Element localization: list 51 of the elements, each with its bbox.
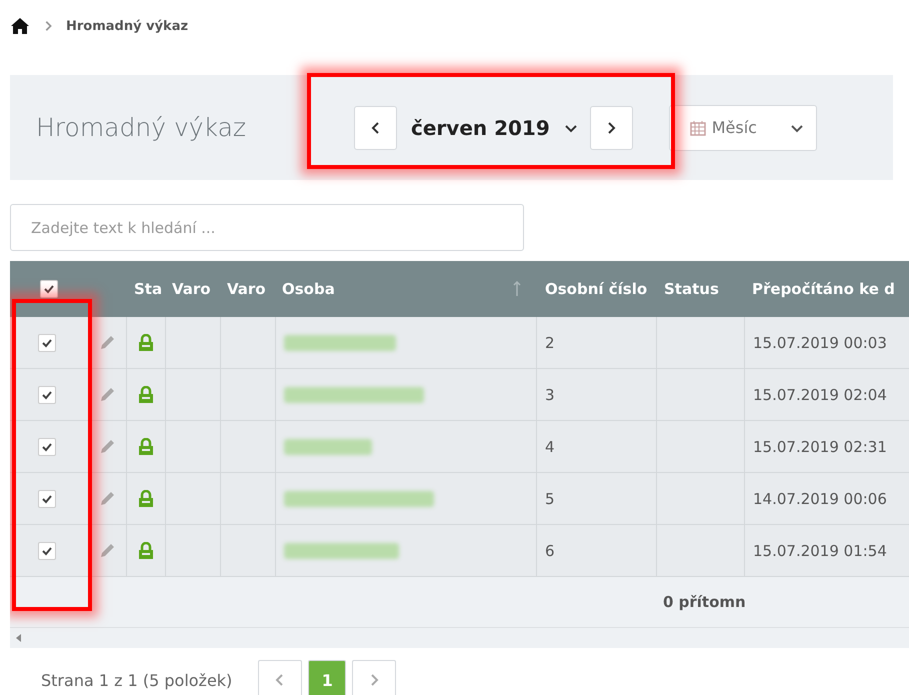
column-header[interactable]: Sta [127, 261, 166, 317]
pencil-icon[interactable] [99, 490, 115, 506]
page-title: Hromadný výkaz [36, 113, 248, 142]
check-icon [41, 336, 53, 348]
calendar-icon [690, 120, 706, 136]
check-icon [41, 492, 53, 504]
sort-ascending-icon [513, 281, 521, 297]
table-cell: 4 [537, 421, 657, 473]
next-page-button[interactable] [352, 660, 396, 695]
pencil-icon[interactable] [99, 542, 115, 558]
column-header[interactable]: Status [657, 261, 745, 317]
previous-page-button[interactable] [258, 660, 302, 695]
search-field[interactable]: Zadejte text k hledání ... [10, 204, 524, 251]
view-select[interactable]: Měsíc [668, 104, 817, 150]
checkbox[interactable] [40, 280, 58, 298]
pencil-icon[interactable] [99, 386, 115, 402]
column-header[interactable]: Osobní číslo [537, 261, 657, 317]
home-icon[interactable] [10, 17, 30, 35]
horizontal-scrollbar[interactable] [10, 627, 909, 648]
footer-summary: 0 přítomn [663, 593, 747, 611]
check-icon [41, 440, 53, 452]
table-cell: 5 [537, 473, 657, 525]
check-icon [43, 283, 55, 295]
breadcrumb-current: Hromadný výkaz [66, 18, 188, 34]
table-cell: 6 [537, 525, 657, 577]
check-icon [41, 388, 53, 400]
checkbox[interactable] [38, 490, 56, 508]
scroll-left-icon[interactable] [16, 634, 22, 642]
table-cell: 15.07.2019 00:03 [745, 317, 909, 369]
table-cell: 14.07.2019 00:06 [745, 473, 909, 525]
table-cell: 15.07.2019 01:54 [745, 525, 909, 577]
table-cell: 15.07.2019 02:04 [745, 369, 909, 421]
table-cell: 2 [537, 317, 657, 369]
check-icon [41, 544, 53, 556]
checkbox[interactable] [38, 386, 56, 404]
pencil-icon[interactable] [99, 334, 115, 350]
pager-summary: Strana 1 z 1 (5 položek) [41, 670, 232, 690]
checkbox[interactable] [38, 334, 56, 352]
previous-button[interactable] [354, 106, 397, 150]
column-header[interactable]: Osoba [276, 261, 537, 317]
period-dropdown[interactable]: červen 2019 [397, 116, 590, 140]
checkbox[interactable] [38, 542, 56, 560]
column-header[interactable]: Varo [166, 261, 221, 317]
column-header[interactable]: Přepočítáno ke d [745, 261, 909, 317]
column-header[interactable]: Varo [221, 261, 276, 317]
table-cell: 3 [537, 369, 657, 421]
next-button[interactable] [590, 106, 633, 150]
table-cell: 15.07.2019 02:31 [745, 421, 909, 473]
pencil-icon[interactable] [99, 438, 115, 454]
page-button[interactable]: 1 [308, 660, 346, 695]
checkbox[interactable] [38, 438, 56, 456]
